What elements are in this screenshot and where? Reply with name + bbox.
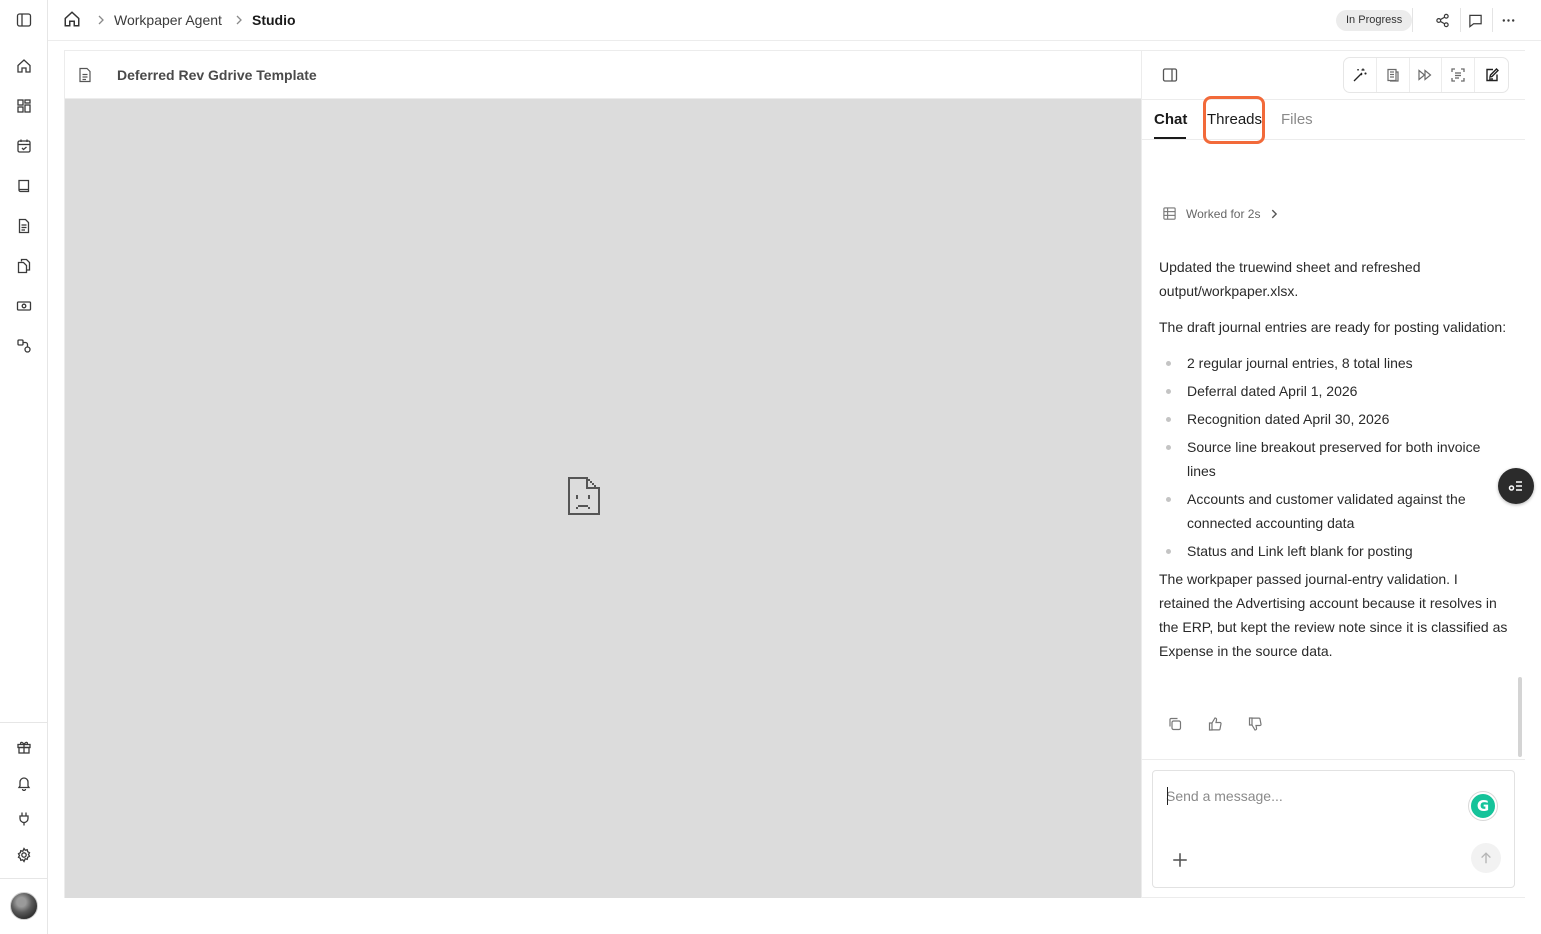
copy-icon[interactable] [1167, 716, 1183, 732]
active-tab-indicator [1154, 137, 1186, 139]
fast-forward-icon[interactable] [1410, 58, 1443, 92]
worked-for-toggle[interactable]: Worked for 2s [1162, 206, 1280, 221]
book-icon[interactable] [12, 174, 36, 198]
message-bullet-list: 2 regular journal entries, 8 total lines… [1159, 351, 1511, 563]
composer-divider [1142, 759, 1525, 760]
breadcrumb-workpaper-agent[interactable]: Workpaper Agent [114, 12, 222, 28]
chevron-right-icon [94, 13, 108, 27]
list-item: Deferral dated April 1, 2026 [1159, 379, 1511, 403]
left-rail [0, 0, 48, 934]
breadcrumb-home-icon[interactable] [63, 10, 83, 30]
document-preview [65, 99, 1141, 898]
breadcrumb-current: Studio [252, 12, 296, 28]
chat-scrollbar[interactable] [1518, 677, 1522, 757]
user-avatar[interactable] [10, 892, 38, 920]
message-paragraph: Updated the truewind sheet and refreshed… [1159, 259, 1421, 299]
list-item: Status and Link left blank for posting [1159, 539, 1511, 563]
share-icon[interactable] [1429, 8, 1455, 32]
topbar-divider [1412, 8, 1413, 32]
plus-icon[interactable] [1171, 851, 1191, 871]
scan-text-icon[interactable] [1442, 58, 1476, 92]
thumbs-up-icon[interactable] [1207, 716, 1223, 732]
more-options-icon[interactable] [1495, 8, 1521, 32]
agent-panel: Chat Threads Files Worked for 2s Updated… [1141, 51, 1534, 897]
top-bar: Workpaper Agent Studio In Progress [48, 0, 1541, 41]
document-list-icon[interactable] [1377, 58, 1410, 92]
list-item: Recognition dated April 30, 2026 [1159, 407, 1511, 431]
message-composer: G [1152, 770, 1515, 888]
outline-toggle-icon[interactable] [1498, 468, 1534, 504]
dashboard-icon[interactable] [12, 94, 36, 118]
topbar-divider [1492, 8, 1493, 32]
files-icon[interactable] [12, 254, 36, 278]
integrations-icon[interactable] [12, 334, 36, 358]
calendar-icon[interactable] [12, 134, 36, 158]
chevron-right-icon [1268, 208, 1280, 220]
comment-icon[interactable] [1462, 8, 1488, 32]
magic-wand-icon[interactable] [1344, 58, 1377, 92]
message-input[interactable] [1166, 785, 1446, 807]
list-item: 2 regular journal entries, 8 total lines [1159, 351, 1511, 375]
spreadsheet-file-icon [78, 67, 94, 83]
list-item: Accounts and customer validated against … [1159, 487, 1511, 535]
tab-files[interactable]: Files [1281, 111, 1313, 128]
rail-divider [0, 722, 48, 723]
panel-layout-icon[interactable] [1162, 67, 1180, 85]
sidebar-toggle-icon[interactable] [12, 8, 36, 32]
panel-tabs: Chat Threads Files [1142, 100, 1525, 140]
money-icon[interactable] [12, 294, 36, 318]
document-title: Deferred Rev Gdrive Template [117, 67, 317, 83]
edit-notes-icon[interactable] [1475, 58, 1508, 92]
assistant-message: Updated the truewind sheet and refreshed… [1159, 255, 1511, 675]
home-icon[interactable] [12, 54, 36, 78]
send-arrow-icon[interactable] [1471, 843, 1501, 873]
gift-icon[interactable] [12, 735, 36, 759]
tab-chat[interactable]: Chat [1154, 111, 1187, 128]
table-grid-icon [1162, 206, 1177, 221]
bell-icon[interactable] [12, 771, 36, 795]
worked-for-label: Worked for 2s [1186, 206, 1261, 221]
panel-toolbar [1343, 57, 1509, 93]
grammarly-badge[interactable]: G [1469, 792, 1497, 820]
topbar-divider [1460, 8, 1461, 32]
text-caret [1167, 787, 1168, 805]
sad-file-icon [566, 475, 602, 517]
status-badge: In Progress [1336, 10, 1413, 31]
chevron-right-icon [232, 13, 246, 27]
document-icon[interactable] [12, 214, 36, 238]
plug-icon[interactable] [12, 807, 36, 831]
message-paragraph: The workpaper passed journal-entry valid… [1159, 571, 1508, 659]
list-item: Source line breakout preserved for both … [1159, 435, 1511, 483]
thumbs-down-icon[interactable] [1247, 716, 1263, 732]
rail-divider [0, 878, 48, 879]
settings-gear-icon[interactable] [12, 843, 36, 867]
message-actions [1167, 716, 1263, 732]
document-header: Deferred Rev Gdrive Template [65, 51, 1141, 99]
threads-tab-highlight [1203, 96, 1265, 144]
message-paragraph: The draft journal entries are ready for … [1159, 319, 1507, 335]
workspace: Deferred Rev Gdrive Template Chat Thread… [64, 50, 1534, 898]
